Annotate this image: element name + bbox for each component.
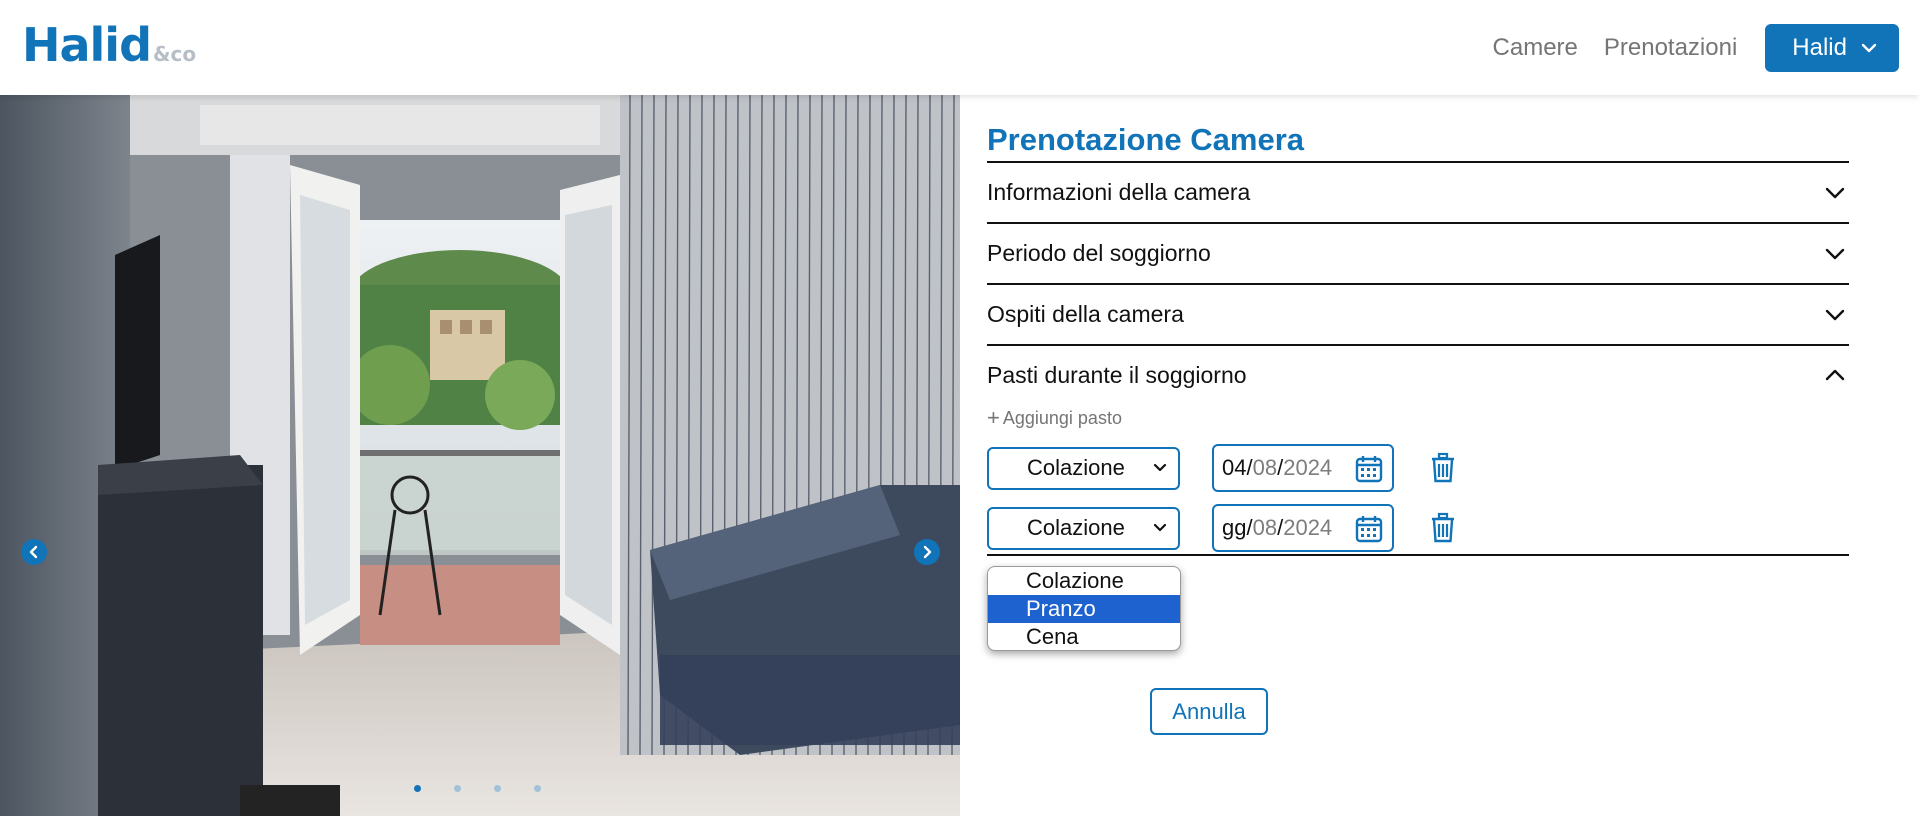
booking-form: Prenotazione Camera Informazioni della c… (987, 95, 1849, 735)
carousel-indicators (414, 785, 574, 792)
chevron-right-icon (923, 545, 932, 559)
nav-link-prenotazioni[interactable]: Prenotazioni (1604, 34, 1737, 62)
section-label: Ospiti della camera (987, 301, 1184, 327)
page-title: Prenotazione Camera (987, 122, 1304, 157)
carousel-next-button[interactable] (914, 539, 940, 565)
room-photo (0, 95, 960, 816)
date-day: gg (1222, 515, 1247, 540)
chevron-down-icon (1153, 523, 1167, 531)
carousel-dot[interactable] (534, 785, 541, 792)
meal-type-value: Colazione (1027, 455, 1125, 480)
section-label: Informazioni della camera (987, 179, 1251, 205)
nav-link-camere[interactable]: Camere (1493, 34, 1578, 62)
user-menu-label: Halid (1792, 33, 1847, 61)
dropdown-option-cena[interactable]: Cena (988, 623, 1180, 650)
chevron-down-icon (1153, 463, 1167, 471)
chevron-down-icon (1861, 43, 1877, 52)
chevron-left-icon (29, 545, 38, 559)
meal-type-select[interactable]: Colazione (987, 506, 1180, 550)
carousel-dot[interactable] (414, 785, 421, 792)
meal-type-value: Colazione (1027, 515, 1125, 540)
meal-row: Colazione 04/08/2024 (987, 444, 1849, 492)
date-day: 04 (1222, 455, 1247, 480)
room-photo-carousel (0, 95, 960, 816)
add-meal-button[interactable]: + Aggiungi pasto (987, 406, 1849, 430)
section-label: Periodo del soggiorno (987, 240, 1211, 266)
meal-type-select[interactable]: Colazione (987, 446, 1180, 490)
calendar-icon[interactable] (1354, 514, 1384, 544)
carousel-dot[interactable] (454, 785, 461, 792)
chevron-down-icon (1825, 248, 1845, 259)
chevron-up-icon (1825, 369, 1845, 381)
trash-icon[interactable] (1430, 452, 1456, 484)
cancel-button[interactable]: Annulla (1150, 688, 1268, 735)
carousel-dot[interactable] (494, 785, 501, 792)
date-month: 08 (1252, 515, 1278, 540)
brand-suffix: &co (153, 42, 197, 66)
chevron-down-icon (1825, 309, 1845, 320)
user-menu-button[interactable]: Halid (1765, 23, 1899, 72)
top-navbar: Halid &co Camere Prenotazioni Halid (0, 0, 1919, 95)
brand-name: Halid (22, 18, 152, 72)
plus-icon: + (987, 405, 1000, 430)
section-guests[interactable]: Ospiti della camera (987, 283, 1849, 344)
section-label: Pasti durante il soggiorno (987, 361, 1247, 388)
section-divider (987, 554, 1849, 556)
section-meals[interactable]: Pasti durante il soggiorno (987, 344, 1849, 404)
date-year: 2024 (1283, 455, 1333, 480)
dropdown-option-pranzo[interactable]: Pranzo (988, 595, 1180, 623)
date-month: 08 (1252, 455, 1278, 480)
date-year: 2024 (1283, 515, 1333, 540)
section-stay-period[interactable]: Periodo del soggiorno (987, 222, 1849, 283)
meal-row: Colazione gg/08/2024 (987, 504, 1849, 552)
dropdown-option-colazione[interactable]: Colazione (988, 567, 1180, 595)
meal-date-input[interactable]: gg/08/2024 (1212, 504, 1394, 552)
meal-type-dropdown: Colazione Pranzo Cena (987, 566, 1181, 651)
meal-date-input[interactable]: 04/08/2024 (1212, 444, 1394, 492)
chevron-down-icon (1825, 187, 1845, 198)
add-meal-label: Aggiungi pasto (1002, 407, 1122, 428)
carousel-prev-button[interactable] (21, 539, 47, 565)
main-nav: Camere Prenotazioni Halid (1493, 0, 1899, 95)
brand-logo[interactable]: Halid &co (22, 18, 196, 72)
section-room-info[interactable]: Informazioni della camera (987, 161, 1849, 222)
trash-icon[interactable] (1430, 512, 1456, 544)
calendar-icon[interactable] (1354, 454, 1384, 484)
